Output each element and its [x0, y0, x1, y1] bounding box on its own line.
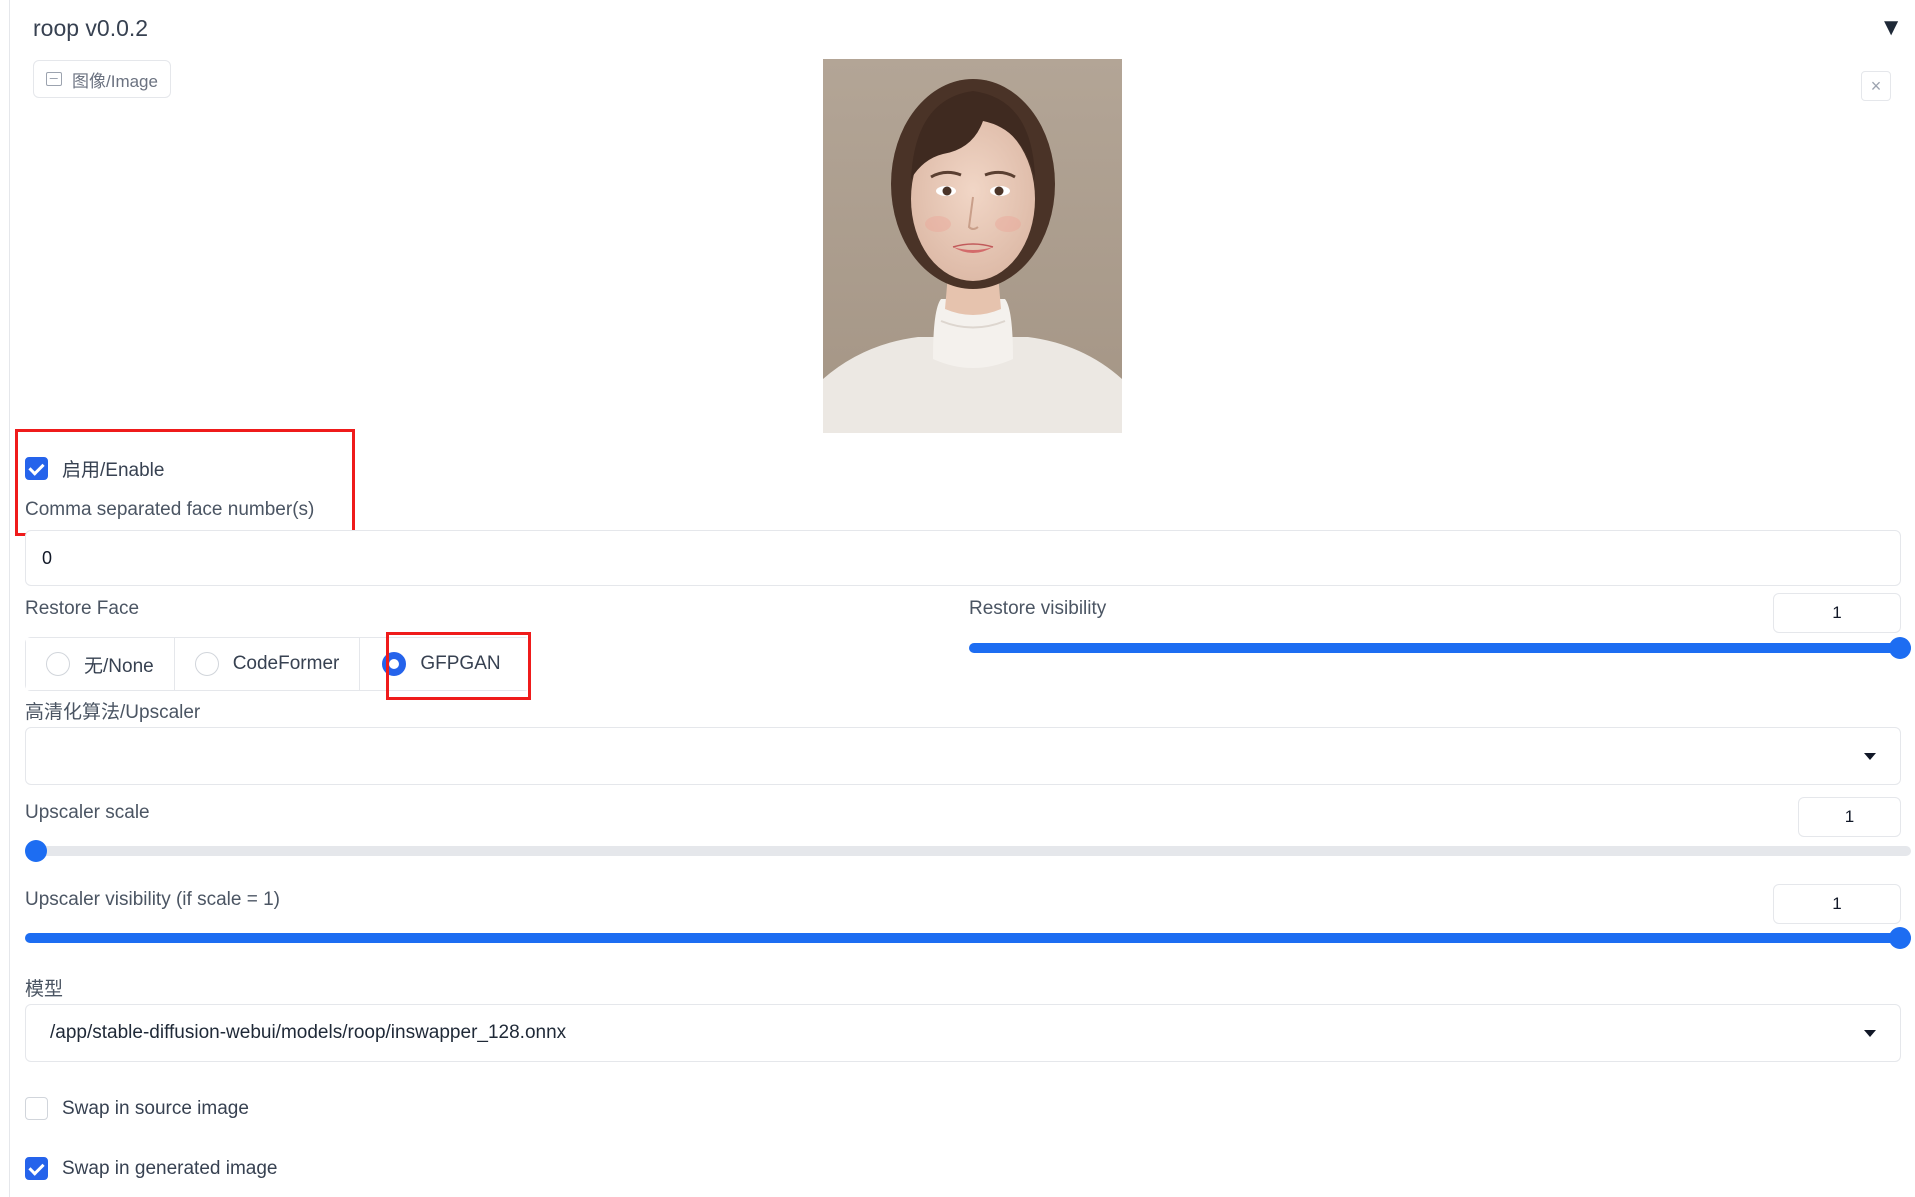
- upscaler-dropdown[interactable]: [25, 727, 1901, 785]
- enable-checkbox[interactable]: [25, 457, 48, 480]
- model-label: 模型: [25, 979, 64, 1000]
- upscaler-scale-value: 1: [1844, 807, 1855, 826]
- image-tab[interactable]: 图像/Image: [33, 60, 171, 98]
- swap-generated-row[interactable]: Swap in generated image: [25, 1157, 277, 1180]
- upscaler-visibility-value: 1: [1832, 894, 1842, 913]
- enable-label: 启用/Enable: [62, 460, 165, 481]
- restore-face-label: Restore Face: [25, 598, 140, 619]
- face-numbers-value: 0: [42, 547, 53, 568]
- roop-panel: roop v0.0.2 ▼ 图像/Image × 启用/Enable Comma…: [9, 0, 1915, 1197]
- radio-codeformer[interactable]: [194, 652, 219, 676]
- restore-visibility-value: 1: [1832, 603, 1842, 622]
- enable-checkbox-row[interactable]: 启用/Enable: [25, 455, 164, 482]
- restore-visibility-number[interactable]: 1: [1773, 593, 1901, 633]
- upscaler-visibility-thumb[interactable]: [1889, 927, 1911, 949]
- portrait-illustration: [823, 59, 1122, 433]
- upscaler-scale-slider[interactable]: [25, 840, 1911, 862]
- highlight-box-gfpgan: [386, 632, 531, 700]
- restore-visibility-fill: [969, 643, 1911, 653]
- face-numbers-input[interactable]: 0: [25, 530, 1901, 586]
- upscaler-visibility-slider[interactable]: [25, 927, 1911, 949]
- restore-visibility-slider[interactable]: [969, 637, 1911, 659]
- restore-face-option-none[interactable]: 无/None: [26, 638, 175, 690]
- image-tab-label: 图像/Image: [72, 71, 158, 91]
- option-none-label: 无/None: [84, 655, 154, 677]
- model-dropdown[interactable]: /app/stable-diffusion-webui/models/roop/…: [25, 1004, 1901, 1062]
- restore-face-option-codeformer[interactable]: CodeFormer: [174, 638, 361, 690]
- model-value: /app/stable-diffusion-webui/models/roop/…: [50, 1022, 567, 1043]
- chevron-down-icon: [1864, 752, 1876, 760]
- upscaler-visibility-number[interactable]: 1: [1773, 884, 1901, 924]
- upscaler-scale-label: Upscaler scale: [25, 802, 150, 823]
- face-numbers-label: Comma separated face number(s): [25, 499, 315, 520]
- upscaler-visibility-label: Upscaler visibility (if scale = 1): [25, 889, 280, 910]
- upscaler-scale-number[interactable]: 1: [1798, 797, 1901, 837]
- chevron-down-icon: [1864, 1029, 1876, 1037]
- swap-source-label: Swap in source image: [62, 1097, 249, 1119]
- upscaler-scale-thumb[interactable]: [25, 840, 47, 862]
- collapse-toggle-icon[interactable]: ▼: [1879, 14, 1903, 42]
- swap-generated-checkbox[interactable]: [25, 1157, 48, 1180]
- radio-none[interactable]: [46, 652, 70, 676]
- upscaler-label: 高清化算法/Upscaler: [25, 702, 201, 723]
- restore-visibility-thumb[interactable]: [1889, 637, 1911, 659]
- close-icon: ×: [1870, 75, 1882, 96]
- image-icon: [46, 72, 62, 86]
- restore-visibility-label: Restore visibility: [969, 598, 1107, 619]
- option-codeformer-label: CodeFormer: [232, 653, 340, 674]
- swap-source-row[interactable]: Swap in source image: [25, 1097, 249, 1120]
- swap-generated-label: Swap in generated image: [62, 1157, 278, 1179]
- upscaler-visibility-fill: [25, 933, 1911, 943]
- panel-title: roop v0.0.2: [33, 15, 149, 41]
- clear-image-button[interactable]: ×: [1861, 71, 1891, 101]
- source-face-image: [823, 59, 1122, 433]
- swap-source-checkbox[interactable]: [25, 1097, 48, 1120]
